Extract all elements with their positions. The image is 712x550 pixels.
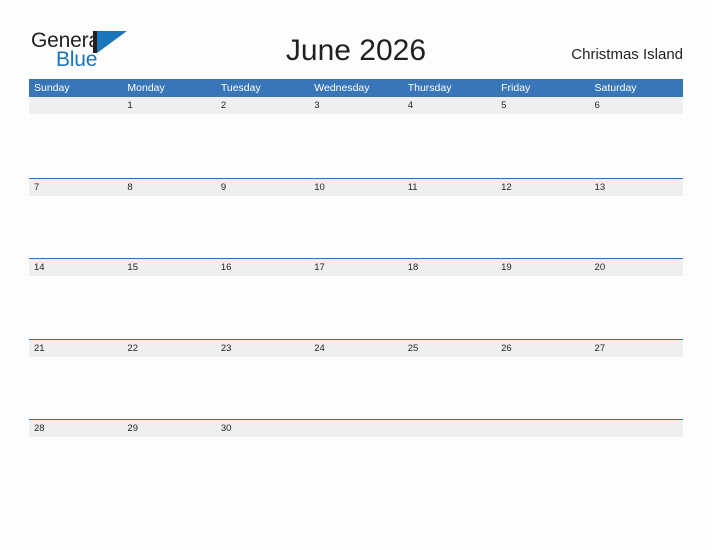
location-label: Christmas Island bbox=[571, 46, 683, 63]
day-cell[interactable] bbox=[590, 420, 683, 437]
day-cell[interactable]: 28 bbox=[29, 420, 122, 437]
week-note-area[interactable] bbox=[29, 437, 683, 500]
weekday-tuesday: Tuesday bbox=[220, 82, 261, 94]
day-cell[interactable]: 11 bbox=[403, 179, 496, 196]
day-cell[interactable]: 10 bbox=[309, 179, 402, 196]
day-cell[interactable]: 5 bbox=[496, 97, 589, 114]
week-date-band: 28 29 30 bbox=[29, 419, 683, 437]
weekday-thursday: Thursday bbox=[407, 82, 452, 94]
day-cell[interactable] bbox=[309, 420, 402, 437]
day-cell[interactable] bbox=[29, 97, 122, 114]
day-cell[interactable]: 4 bbox=[403, 97, 496, 114]
day-cell[interactable]: 8 bbox=[122, 179, 215, 196]
day-cell[interactable]: 15 bbox=[122, 259, 215, 276]
week-row: 1 2 3 4 5 6 bbox=[29, 97, 683, 178]
day-cell[interactable]: 20 bbox=[590, 259, 683, 276]
day-cell[interactable]: 1 bbox=[122, 97, 215, 114]
day-cell[interactable]: 24 bbox=[309, 340, 402, 357]
day-cell[interactable]: 7 bbox=[29, 179, 122, 196]
day-cell[interactable]: 26 bbox=[496, 340, 589, 357]
calendar-page: General Blue June 2026 Christmas Island … bbox=[0, 0, 712, 550]
day-cell[interactable]: 13 bbox=[590, 179, 683, 196]
day-cell[interactable]: 14 bbox=[29, 259, 122, 276]
week-row: 28 29 30 bbox=[29, 419, 683, 500]
day-cell[interactable]: 9 bbox=[216, 179, 309, 196]
day-cell[interactable]: 18 bbox=[403, 259, 496, 276]
weekday-header-row: Sunday Monday Tuesday Wednesday Thursday… bbox=[29, 79, 683, 97]
calendar-grid: Sunday Monday Tuesday Wednesday Thursday… bbox=[29, 79, 683, 500]
day-cell[interactable]: 17 bbox=[309, 259, 402, 276]
weekday-monday: Monday bbox=[127, 82, 165, 94]
day-cell[interactable]: 16 bbox=[216, 259, 309, 276]
week-row: 14 15 16 17 18 19 20 bbox=[29, 258, 683, 339]
day-cell[interactable]: 12 bbox=[496, 179, 589, 196]
week-note-area[interactable] bbox=[29, 195, 683, 259]
day-cell[interactable] bbox=[496, 420, 589, 437]
weekday-sunday: Sunday bbox=[34, 82, 70, 94]
week-date-band: 21 22 23 24 25 26 27 bbox=[29, 338, 683, 357]
day-cell[interactable]: 22 bbox=[122, 340, 215, 357]
week-note-area[interactable] bbox=[29, 114, 683, 177]
day-cell[interactable]: 3 bbox=[309, 97, 402, 114]
day-cell[interactable] bbox=[403, 420, 496, 437]
week-note-area[interactable] bbox=[29, 356, 683, 420]
day-cell[interactable]: 19 bbox=[496, 259, 589, 276]
weekday-saturday: Saturday bbox=[594, 82, 637, 94]
day-cell[interactable]: 27 bbox=[590, 340, 683, 357]
week-date-band: 14 15 16 17 18 19 20 bbox=[29, 258, 683, 276]
week-date-band: 1 2 3 4 5 6 bbox=[29, 97, 683, 114]
page-header: General Blue June 2026 Christmas Island bbox=[0, 0, 712, 78]
week-date-band: 7 8 9 10 11 12 13 bbox=[29, 177, 683, 196]
weekday-friday: Friday bbox=[501, 82, 531, 94]
day-cell[interactable]: 21 bbox=[29, 340, 122, 357]
week-row: 21 22 23 24 25 26 27 bbox=[29, 338, 683, 420]
weekday-wednesday: Wednesday bbox=[314, 82, 370, 94]
week-row: 7 8 9 10 11 12 13 bbox=[29, 177, 683, 259]
day-cell[interactable]: 6 bbox=[590, 97, 683, 114]
day-cell[interactable]: 25 bbox=[403, 340, 496, 357]
day-cell[interactable]: 29 bbox=[122, 420, 215, 437]
day-cell[interactable]: 2 bbox=[216, 97, 309, 114]
week-note-area[interactable] bbox=[29, 276, 683, 339]
day-cell[interactable]: 30 bbox=[216, 420, 309, 437]
day-cell[interactable]: 23 bbox=[216, 340, 309, 357]
